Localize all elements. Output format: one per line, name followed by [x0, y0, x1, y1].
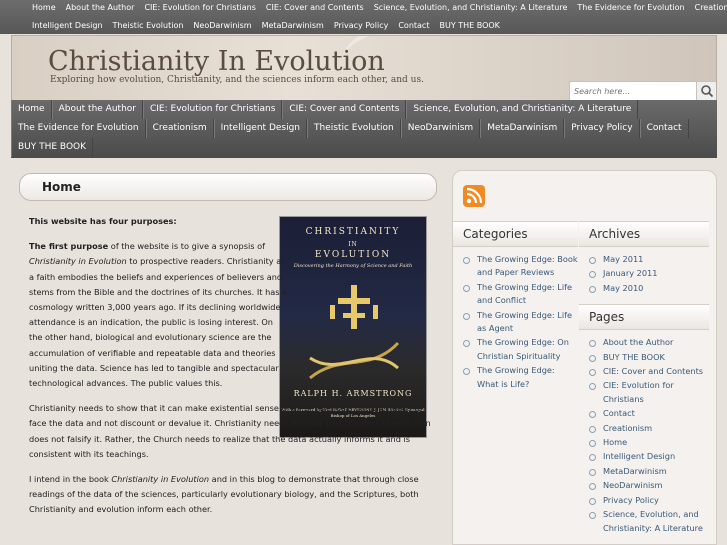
page-link[interactable]: Science, Evolution, and Christianity: A …	[589, 508, 709, 535]
top-nav-item[interactable]: Privacy Policy	[329, 21, 394, 30]
search-button[interactable]	[696, 82, 716, 100]
page-link[interactable]: NeoDarwinism	[589, 479, 709, 492]
main-nav-item[interactable]: About the Author	[51, 100, 143, 119]
top-nav-item[interactable]: Creationism	[690, 3, 727, 12]
top-nav-item[interactable]: Home	[27, 3, 61, 12]
archives-pages-column: Archives May 2011 January 2011 May 2010 …	[579, 221, 709, 540]
paragraph-1: The first purpose of the website is to g…	[11, 239, 289, 391]
paragraph-2: Christianity needs to show that it can m…	[11, 401, 431, 462]
intro-paragraph: This website has four purposes:	[11, 214, 445, 229]
category-link[interactable]: The Growing Edge: What is Life?	[463, 364, 578, 391]
top-nav-item[interactable]: MetaDarwinism	[257, 21, 329, 30]
pages-heading: Pages	[579, 304, 709, 331]
book-title: Christianity in Evolution	[29, 256, 127, 267]
page-link[interactable]: Contact	[589, 407, 709, 420]
page-link[interactable]: CIE: Evolution for Christians	[589, 379, 709, 406]
rss-feed-icon[interactable]	[463, 185, 485, 207]
page-link[interactable]: Privacy Policy	[589, 494, 709, 507]
category-link[interactable]: The Growing Edge: On Christian Spiritual…	[463, 336, 578, 363]
site-description: Exploring how evolution, Christianity, a…	[50, 75, 424, 85]
main-content: Home CHRISTIANITY IN EVOLUTION Discoveri…	[11, 166, 445, 545]
main-nav-row-2: The Evidence for Evolution Creationism I…	[11, 119, 689, 138]
top-nav-item[interactable]: Science, Evolution, and Christianity: A …	[369, 3, 573, 12]
paragraph-3: I intend in the book Christianity in Evo…	[11, 472, 421, 518]
main-nav-item[interactable]: MetaDarwinism	[480, 119, 565, 138]
p2-text: Christianity needs to show that it can m…	[29, 403, 431, 459]
site-header: Christianity In Evolution Exploring how …	[11, 35, 717, 101]
search-input[interactable]	[574, 84, 694, 98]
archives-list: May 2011 January 2011 May 2010	[579, 247, 709, 300]
search-icon	[701, 85, 714, 98]
sidebar: Categories The Growing Edge: Book and Pa…	[452, 170, 717, 545]
pages-list: About the Author BUY THE BOOK CIE: Cover…	[579, 330, 709, 540]
top-nav-item[interactable]: CIE: Evolution for Christians	[139, 3, 260, 12]
categories-widget: Categories The Growing Edge: Book and Pa…	[453, 221, 578, 396]
book-title: Christianity in Evolution	[111, 474, 210, 485]
archives-heading: Archives	[579, 221, 709, 247]
p1-text-b: to prospective readers. Christianity as …	[29, 256, 288, 389]
archive-link[interactable]: May 2011	[589, 253, 709, 266]
top-nav-item[interactable]: BUY THE BOOK	[434, 21, 504, 30]
main-nav-row-3: BUY THE BOOK	[11, 138, 94, 157]
page-link[interactable]: Creationism	[589, 422, 709, 435]
main-nav: Home About the Author CIE: Evolution for…	[11, 100, 717, 158]
main-nav-item[interactable]: CIE: Evolution for Christians	[142, 100, 283, 119]
top-nav-item[interactable]: The Evidence for Evolution	[572, 3, 689, 12]
page-link[interactable]: About the Author	[589, 336, 709, 349]
categories-list: The Growing Edge: Book and Paper Reviews…	[453, 247, 578, 396]
p3-text-a: I intend in the book	[29, 474, 112, 485]
page-link[interactable]: Home	[589, 436, 709, 449]
archive-link[interactable]: January 2011	[589, 267, 709, 280]
p1-lead: The first purpose	[29, 241, 109, 252]
site-title[interactable]: Christianity In Evolution	[48, 46, 385, 77]
main-nav-item[interactable]: Creationism	[145, 119, 214, 138]
top-nav-item[interactable]: Contact	[393, 21, 434, 30]
category-link[interactable]: The Growing Edge: Book and Paper Reviews	[463, 253, 578, 280]
top-nav: Home About the Author CIE: Evolution for…	[0, 0, 727, 34]
post-body: This website has four purposes: The firs…	[11, 214, 445, 528]
top-nav-item[interactable]: CIE: Cover and Contents	[261, 3, 369, 12]
main-nav-item[interactable]: CIE: Cover and Contents	[282, 100, 407, 119]
top-nav-item[interactable]: Theistic Evolution	[108, 21, 189, 30]
top-nav-row-2: Intelligent Design Theistic Evolution Ne…	[27, 21, 505, 30]
main-nav-item[interactable]: Intelligent Design	[213, 119, 308, 138]
p1-text-a: of the website is to give a synopsis of	[108, 241, 266, 252]
main-nav-item[interactable]: BUY THE BOOK	[11, 138, 94, 157]
main-nav-item[interactable]: NeoDarwinism	[400, 119, 481, 138]
main-nav-row-1: Home About the Author CIE: Evolution for…	[11, 100, 639, 119]
archive-link[interactable]: May 2010	[589, 282, 709, 295]
intro-text: This website has four purposes:	[29, 216, 177, 226]
top-nav-item[interactable]: Intelligent Design	[27, 21, 108, 30]
page-link[interactable]: CIE: Cover and Contents	[589, 365, 709, 378]
page-link[interactable]: BUY THE BOOK	[589, 351, 709, 364]
main-nav-item[interactable]: Science, Evolution, and Christianity: A …	[406, 100, 639, 119]
category-link[interactable]: The Growing Edge: Life and Conflict	[463, 281, 578, 308]
top-nav-row-1: Home About the Author CIE: Evolution for…	[27, 3, 727, 12]
main-nav-item[interactable]: Privacy Policy	[564, 119, 640, 138]
categories-heading: Categories	[453, 221, 578, 247]
main-nav-item[interactable]: The Evidence for Evolution	[11, 119, 146, 138]
page-title-bar: Home	[19, 173, 437, 201]
top-nav-item[interactable]: NeoDarwinism	[188, 21, 256, 30]
main-nav-item[interactable]: Theistic Evolution	[307, 119, 401, 138]
top-nav-item[interactable]: About the Author	[61, 3, 140, 12]
page-link[interactable]: MetaDarwinism	[589, 465, 709, 478]
search-box	[569, 81, 716, 100]
category-link[interactable]: The Growing Edge: Life as Agent	[463, 309, 578, 336]
page-link[interactable]: Intelligent Design	[589, 450, 709, 463]
page-title: Home	[42, 180, 81, 194]
main-nav-item[interactable]: Home	[11, 100, 52, 119]
main-nav-item[interactable]: Contact	[639, 119, 689, 138]
